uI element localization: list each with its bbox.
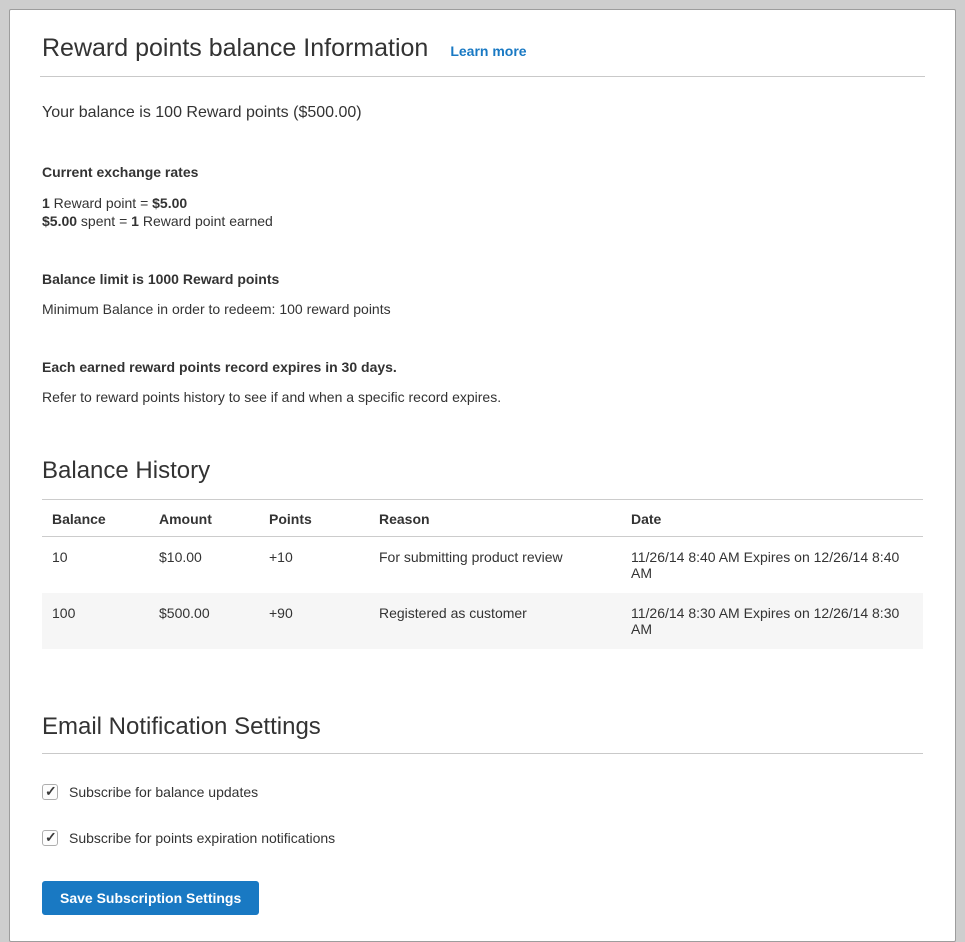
page-content: Your balance is 100 Reward points ($500.… (40, 104, 925, 915)
save-subscription-settings-button[interactable]: Save Subscription Settings (42, 881, 259, 915)
column-header-balance: Balance (42, 499, 149, 536)
subscribe-expiration-row: Subscribe for points expiration notifica… (42, 830, 923, 846)
table-row: 10 $10.00 +10 For submitting product rev… (42, 536, 923, 593)
subscribe-balance-updates-row: Subscribe for balance updates (42, 784, 923, 800)
balance-summary: Your balance is 100 Reward points ($500.… (42, 104, 923, 122)
cell-balance: 100 (42, 593, 149, 649)
column-header-points: Points (259, 499, 369, 536)
email-settings-title: Email Notification Settings (42, 713, 923, 754)
subscribe-expiration-checkbox[interactable] (42, 830, 58, 846)
subscribe-expiration-label[interactable]: Subscribe for points expiration notifica… (69, 830, 335, 846)
rate1-text: Reward point = (50, 195, 152, 211)
rate2-end-text: Reward point earned (139, 213, 273, 229)
cell-date: 11/26/14 8:30 AM Expires on 12/26/14 8:3… (621, 593, 923, 649)
rate2-amount: $5.00 (42, 213, 77, 229)
rate1-amount: $5.00 (152, 195, 187, 211)
balance-limit-text: Balance limit is 1000 Reward points (42, 271, 923, 287)
rate2-points: 1 (131, 213, 139, 229)
page-title: Reward points balance Information (42, 34, 428, 63)
cell-amount: $10.00 (149, 536, 259, 593)
cell-points: +90 (259, 593, 369, 649)
expiration-note: Each earned reward points record expires… (42, 359, 923, 375)
exchange-rates-heading: Current exchange rates (42, 164, 923, 180)
exchange-rates-section: Current exchange rates 1 Reward point = … (42, 164, 923, 231)
cell-reason: For submitting product review (369, 536, 621, 593)
exchange-rate-line-1: 1 Reward point = $5.00 (42, 194, 923, 212)
cell-amount: $500.00 (149, 593, 259, 649)
minimum-redeem-text: Minimum Balance in order to redeem: 100 … (42, 301, 923, 317)
page-header: Reward points balance Information Learn … (40, 32, 925, 77)
cell-date: 11/26/14 8:40 AM Expires on 12/26/14 8:4… (621, 536, 923, 593)
balance-history-table: Balance Amount Points Reason Date 10 $10… (42, 499, 923, 649)
learn-more-link[interactable]: Learn more (450, 43, 526, 59)
cell-balance: 10 (42, 536, 149, 593)
subscribe-balance-updates-checkbox[interactable] (42, 784, 58, 800)
column-header-date: Date (621, 499, 923, 536)
table-header: Balance Amount Points Reason Date (42, 499, 923, 536)
cell-points: +10 (259, 536, 369, 593)
table-row: 100 $500.00 +90 Registered as customer 1… (42, 593, 923, 649)
column-header-reason: Reason (369, 499, 621, 536)
exchange-rate-line-2: $5.00 spent = 1 Reward point earned (42, 212, 923, 230)
expiration-section: Each earned reward points record expires… (42, 359, 923, 405)
rate2-text: spent = (77, 213, 131, 229)
cell-reason: Registered as customer (369, 593, 621, 649)
subscribe-balance-updates-label[interactable]: Subscribe for balance updates (69, 784, 258, 800)
expiration-hint: Refer to reward points history to see if… (42, 389, 923, 405)
rate1-points: 1 (42, 195, 50, 211)
balance-limit-section: Balance limit is 1000 Reward points Mini… (42, 271, 923, 317)
reward-points-panel: Reward points balance Information Learn … (9, 9, 956, 942)
column-header-amount: Amount (149, 499, 259, 536)
table-body: 10 $10.00 +10 For submitting product rev… (42, 536, 923, 649)
balance-history-title: Balance History (42, 457, 923, 485)
